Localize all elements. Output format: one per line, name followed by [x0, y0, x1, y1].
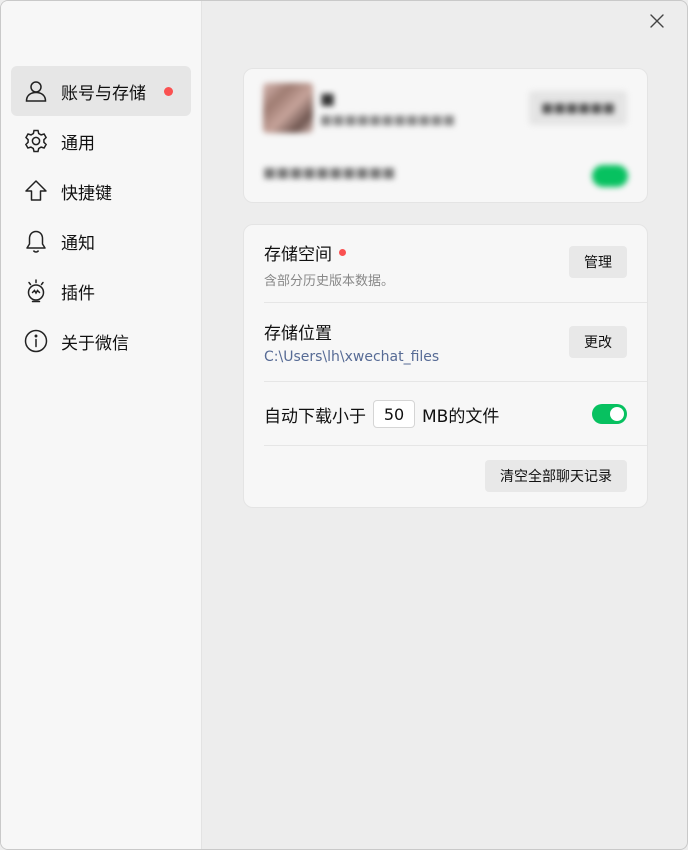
clear-all-chats-button[interactable]: 清空全部聊天记录: [485, 460, 627, 492]
sidebar-item-about[interactable]: 关于微信: [11, 316, 191, 366]
info-icon: [23, 328, 49, 354]
notification-badge: [164, 87, 173, 96]
bell-icon: [23, 228, 49, 254]
toggle-knob: [610, 407, 624, 421]
sidebar-item-label: 插件: [61, 283, 95, 304]
sidebar-item-label: 关于微信: [61, 333, 129, 354]
account-id: ■■■■■■■■■■■: [320, 113, 456, 128]
divider: [264, 445, 647, 446]
divider: [264, 381, 647, 382]
account-name: ■: [320, 89, 336, 108]
sidebar-item-notifications[interactable]: 通知: [11, 216, 191, 266]
avatar: [263, 83, 313, 133]
sidebar-item-shortcuts[interactable]: 快捷键: [11, 166, 191, 216]
person-icon: [23, 78, 49, 104]
account-status-text: ■■■■■■■■■■: [263, 165, 396, 181]
plugin-bulb-icon: [23, 278, 49, 304]
sidebar-nav: 账号与存储 通用 快捷键 通知 插件 关于微信: [11, 66, 191, 366]
divider: [264, 302, 647, 303]
auto-download-row: 自动下载小于 MB的文件: [264, 397, 627, 431]
account-toggle[interactable]: [592, 165, 628, 187]
change-location-button[interactable]: 更改: [569, 326, 627, 358]
account-action-button[interactable]: ■■■■■■: [529, 91, 627, 125]
auto-download-toggle[interactable]: [592, 404, 627, 424]
sidebar-item-account-storage[interactable]: 账号与存储: [11, 66, 191, 116]
sidebar-item-label: 快捷键: [61, 183, 112, 204]
close-button[interactable]: [647, 11, 667, 31]
auto-download-prefix: 自动下载小于: [264, 406, 366, 427]
settings-window: 账号与存储 通用 快捷键 通知 插件 关于微信 ■ ■■■■■■■■■■■ ■■…: [0, 0, 688, 850]
storage-space-title: 存储空间: [264, 245, 332, 265]
gear-icon: [23, 128, 49, 154]
storage-card: 存储空间 含部分历史版本数据。 管理 存储位置 C:\Users\lh\xwec…: [243, 224, 648, 508]
auto-download-suffix: MB的文件: [422, 406, 500, 427]
sidebar-item-plugins[interactable]: 插件: [11, 266, 191, 316]
arrow-up-icon: [23, 178, 49, 204]
storage-location-row: 存储位置 C:\Users\lh\xwechat_files 更改: [264, 319, 627, 369]
storage-space-row: 存储空间 含部分历史版本数据。 管理: [264, 240, 627, 290]
account-card: ■ ■■■■■■■■■■■ ■■■■■■ ■■■■■■■■■■: [243, 68, 648, 203]
manage-button[interactable]: 管理: [569, 246, 627, 278]
close-icon: [650, 14, 664, 28]
sidebar-item-label: 账号与存储: [61, 83, 146, 104]
sidebar: 账号与存储 通用 快捷键 通知 插件 关于微信: [1, 1, 202, 849]
sidebar-item-label: 通知: [61, 233, 95, 254]
sidebar-item-label: 通用: [61, 133, 95, 154]
storage-space-badge: [339, 249, 346, 256]
sidebar-item-general[interactable]: 通用: [11, 116, 191, 166]
auto-download-size-input[interactable]: [373, 400, 415, 428]
